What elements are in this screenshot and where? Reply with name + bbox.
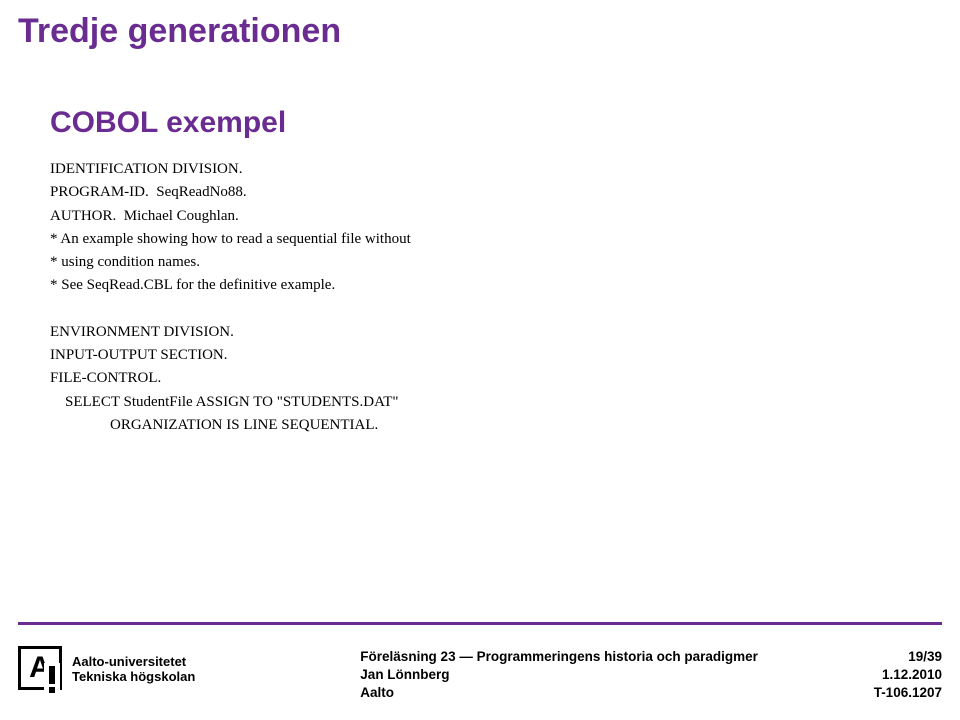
lecturer-name: Jan Lönnberg bbox=[360, 666, 873, 684]
footer: A Aalto-universitetet Tekniska högskolan… bbox=[0, 630, 960, 720]
lecture-title: Föreläsning 23 — Programmeringens histor… bbox=[360, 648, 873, 666]
footer-right: 19/39 1.12.2010 T-106.1207 bbox=[874, 646, 942, 703]
slide: Tredje generationen COBOL exempel IDENTI… bbox=[0, 0, 960, 720]
aalto-university-line2: Tekniska högskolan bbox=[72, 670, 195, 685]
university-short: Aalto bbox=[360, 684, 873, 702]
aalto-logo: A Aalto-universitetet Tekniska högskolan bbox=[18, 646, 195, 690]
slide-subtitle: COBOL exempel bbox=[0, 51, 960, 140]
aalto-university-line1: Aalto-universitetet bbox=[72, 655, 195, 670]
aalto-logo-text: Aalto-universitetet Tekniska högskolan bbox=[72, 652, 195, 685]
aalto-logo-mark: A bbox=[18, 646, 62, 690]
aalto-logo-exclaim bbox=[44, 663, 60, 693]
code-block: IDENTIFICATION DIVISION. PROGRAM-ID. Seq… bbox=[0, 140, 960, 437]
footer-divider bbox=[18, 622, 942, 625]
page-number: 19/39 bbox=[874, 648, 942, 666]
course-code: T-106.1207 bbox=[874, 684, 942, 702]
slide-title: Tredje generationen bbox=[0, 0, 960, 51]
lecture-date: 1.12.2010 bbox=[874, 666, 942, 684]
footer-center: Föreläsning 23 — Programmeringens histor… bbox=[195, 646, 873, 703]
